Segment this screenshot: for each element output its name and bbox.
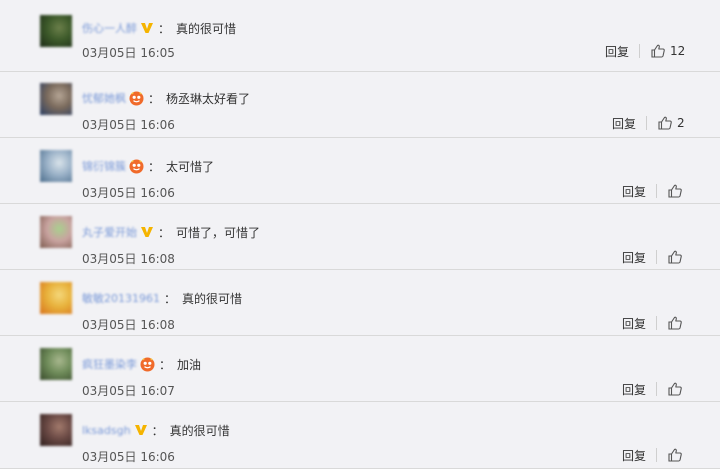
comment-timestamp: 03月05日 16:08 [82, 252, 175, 266]
avatar[interactable] [40, 216, 72, 248]
v-icon [140, 225, 154, 239]
comment-row: 忧郁她枫 ： 杨丞琳太好看了 03月05日 16:06 回复 2 [0, 72, 720, 138]
like-button[interactable] [667, 249, 683, 265]
action-divider [656, 316, 658, 330]
comment-row: 伤心一人醉 ： 真的很可惜 03月05日 16:05 回复 12 [0, 0, 720, 72]
comment-actions: 回复 [622, 445, 683, 465]
like-button[interactable] [667, 315, 683, 331]
colon-separator: ： [148, 159, 161, 174]
thumbs-up-icon [667, 183, 683, 199]
comment-header: 疯狂墨染李 ： 加油 [82, 356, 201, 372]
thumbs-up-icon [650, 43, 666, 59]
colon-separator: ： [158, 21, 171, 36]
action-divider [656, 382, 658, 396]
username-link[interactable]: 疯狂墨染李 [82, 356, 137, 372]
comment-row: 敏敏20131961 ： 真的很可惜 03月05日 16:08 回复 [0, 270, 720, 336]
avatar[interactable] [40, 282, 72, 314]
like-button[interactable] [667, 447, 683, 463]
username-link[interactable]: 伤心一人醉 [82, 20, 137, 36]
comment-header: 锦衍锦簇 ： 太可惜了 [82, 158, 214, 174]
avatar[interactable] [40, 15, 72, 47]
thumbs-up-icon [657, 115, 673, 131]
username-link[interactable]: 丸子爱开始 [82, 224, 137, 240]
comment-text: 太可惜了 [166, 159, 215, 174]
like-button[interactable]: 12 [650, 43, 685, 59]
action-divider [639, 44, 641, 58]
thumbs-up-icon [667, 249, 683, 265]
comment-list: 伤心一人醉：真的很可惜 03月05日 16:05 回复 12 忧郁她枫：杨丞琳太好看了 0… [0, 0, 720, 469]
username-link[interactable]: lksadsgh [82, 424, 131, 437]
v-icon [134, 423, 148, 437]
comment-timestamp: 03月05日 16:06 [82, 118, 175, 132]
colon-separator: ： [158, 225, 171, 240]
comment-actions: 回复 [622, 181, 683, 201]
comment-text: 加油 [177, 357, 202, 372]
reply-button[interactable]: 回复 [605, 43, 629, 60]
comment-actions: 回复 [622, 247, 683, 267]
thumbs-up-icon [667, 315, 683, 331]
username-link[interactable]: 锦衍锦簇 [82, 158, 126, 174]
like-button[interactable]: 2 [657, 115, 685, 131]
comment-text: 可惜了，可惜了 [176, 225, 261, 240]
comment-row: 疯狂墨染李 ： 加油 03月05日 16:07 回复 [0, 336, 720, 402]
crown-icon [129, 91, 144, 106]
like-count: 2 [677, 116, 685, 130]
action-divider [656, 448, 658, 462]
comment-row: 锦衍锦簇 ： 太可惜了 03月05日 16:06 回复 [0, 138, 720, 204]
thumbs-up-icon [667, 381, 683, 397]
comment-timestamp: 03月05日 16:06 [82, 186, 175, 200]
avatar[interactable] [40, 150, 72, 182]
comment-timestamp: 03月05日 16:05 [82, 46, 175, 60]
v-icon [140, 21, 154, 35]
comment-actions: 回复 [622, 313, 683, 333]
colon-separator: ： [151, 423, 164, 438]
comment-actions: 回复 12 [605, 41, 685, 61]
username-link[interactable]: 敏敏20131961 [82, 290, 160, 306]
comment-header: 忧郁她枫 ： 杨丞琳太好看了 [82, 90, 250, 106]
comment-header: 丸子爱开始 ： 可惜了，可惜了 [82, 224, 260, 240]
comment-text: 真的很可惜 [169, 423, 230, 438]
comment-row: lksadsgh ： 真的很可惜 03月05日 16:06 回复 [0, 402, 720, 469]
action-divider [646, 116, 648, 130]
colon-separator: ： [164, 291, 177, 306]
comment-text: 真的很可惜 [182, 291, 243, 306]
comment-row: 丸子爱开始 ： 可惜了，可惜了 03月05日 16:08 回复 [0, 204, 720, 270]
reply-button[interactable]: 回复 [622, 447, 646, 464]
comment-header: lksadsgh ： 真的很可惜 [82, 422, 230, 438]
colon-separator: ： [148, 91, 161, 106]
comment-actions: 回复 [622, 379, 683, 399]
comment-text: 杨丞琳太好看了 [166, 91, 251, 106]
action-divider [656, 184, 658, 198]
like-button[interactable] [667, 183, 683, 199]
thumbs-up-icon [667, 447, 683, 463]
avatar[interactable] [40, 83, 72, 115]
reply-button[interactable]: 回复 [622, 381, 646, 398]
crown-icon [140, 357, 155, 372]
colon-separator: ： [159, 357, 172, 372]
reply-button[interactable]: 回复 [622, 249, 646, 266]
comment-header: 敏敏20131961 ： 真的很可惜 [82, 290, 242, 306]
comment-actions: 回复 2 [612, 113, 685, 133]
comment-timestamp: 03月05日 16:07 [82, 384, 175, 398]
avatar[interactable] [40, 414, 72, 446]
reply-button[interactable]: 回复 [622, 315, 646, 332]
like-button[interactable] [667, 381, 683, 397]
comment-timestamp: 03月05日 16:06 [82, 450, 175, 464]
comment-header: 伤心一人醉 ： 真的很可惜 [82, 20, 236, 36]
reply-button[interactable]: 回复 [612, 115, 636, 132]
reply-button[interactable]: 回复 [622, 183, 646, 200]
comment-text: 真的很可惜 [176, 21, 237, 36]
avatar[interactable] [40, 348, 72, 380]
username-link[interactable]: 忧郁她枫 [82, 90, 126, 106]
crown-icon [129, 159, 144, 174]
like-count: 12 [670, 44, 686, 58]
action-divider [656, 250, 658, 264]
comment-timestamp: 03月05日 16:08 [82, 318, 175, 332]
